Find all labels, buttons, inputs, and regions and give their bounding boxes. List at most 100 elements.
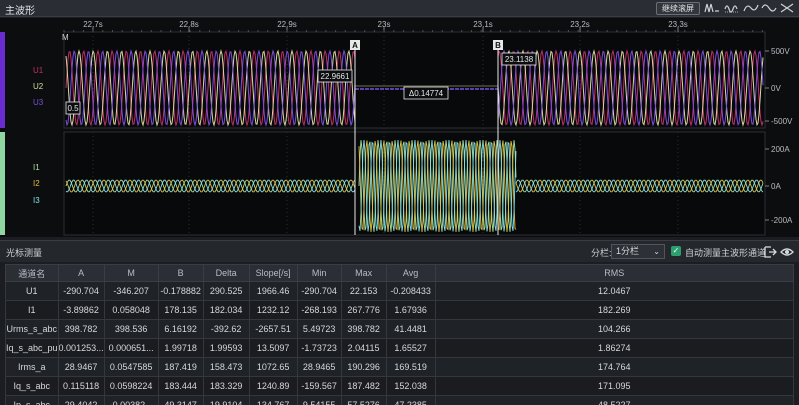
table-cell: 398.782	[340, 319, 387, 339]
table-cell: 171.095	[434, 376, 795, 396]
table-cell: 0.0598224	[103, 376, 159, 396]
export-icon[interactable]	[763, 245, 777, 259]
continue-scroll-button[interactable]: 继续滚屏	[656, 2, 700, 15]
split-label: 分栏:	[591, 248, 612, 258]
table-cell: 0.115118	[57, 376, 105, 396]
table-row[interactable]: Irms_a 28.9467 0.0547585 187.419 158.473 1072…	[5, 357, 795, 377]
time-tick-label: 22.8s	[179, 20, 199, 29]
title-bar: 主波形 继续滚屏	[0, 0, 799, 17]
waveform-display[interactable]: 22.7s 22.8s 22.9s 23s 23.1s 23.2s 23.3s M 500V 0V…	[0, 18, 799, 237]
upper-axis-label: -500V	[771, 117, 793, 126]
table-cell: 1.67936	[385, 300, 436, 320]
table-row[interactable]: I1 -3.89862 0.058048 178.135 182.034 1232.12-…	[5, 300, 795, 320]
cursor-measure-bar: 光标测量 分栏: 1分栏 ⌄ ✓ 自动测量主波形通道	[0, 240, 799, 262]
table-cell: 187.482	[340, 376, 387, 396]
measurement-table: 通道名 A M B Delta Slope[/s] Min Max Avg RMS U1 -290.…	[5, 264, 795, 405]
m-marker[interactable]: M	[62, 33, 69, 42]
lower-axis-label: 0A	[771, 182, 781, 191]
chevron-down-icon: ⌄	[653, 247, 660, 256]
table-cell: 1.86274	[434, 338, 795, 358]
table-cell: 398.782	[57, 319, 105, 339]
column-header[interactable]: Max	[340, 264, 387, 282]
table-cell: -290.704	[57, 281, 105, 301]
cursor-a-handle-label: A	[352, 41, 358, 50]
channel-label-u1[interactable]: U1	[33, 66, 44, 75]
table-cell: 267.776	[340, 300, 387, 320]
time-tick-label: 22.9s	[277, 20, 297, 29]
table-cell: 29.4042	[57, 395, 105, 405]
table-cell: -2657.51	[248, 319, 298, 339]
cursor-panel-title: 光标测量	[6, 248, 43, 258]
eye-icon[interactable]	[780, 245, 794, 259]
table-cell: 1.99593	[202, 338, 250, 358]
time-tick-label: 23s	[378, 20, 391, 29]
time-tick-label: 23.1s	[473, 20, 493, 29]
channel-label-i2[interactable]: I2	[33, 179, 40, 188]
table-cell: 28.9465	[296, 357, 342, 377]
table-row[interactable]: Iq_s_abc_pu 0.001253... 0.000651... 1.99718…	[5, 338, 795, 358]
waveform-canvas[interactable]: 22.7s 22.8s 22.9s 23s 23.1s 23.2s 23.3s M 500V 0V…	[0, 18, 799, 237]
column-header[interactable]: Min	[296, 264, 342, 282]
wave-icon-1[interactable]	[704, 2, 720, 14]
column-header[interactable]: A	[57, 264, 105, 282]
channel-name-cell: I1	[5, 300, 59, 320]
split-select-value: 1分栏	[616, 246, 640, 256]
table-cell: 182.269	[434, 300, 795, 320]
table-cell: 0.0547585	[103, 357, 159, 377]
table-cell: 398.536	[103, 319, 159, 339]
wave-icon-4[interactable]	[761, 2, 777, 14]
channel-label-u2[interactable]: U2	[33, 82, 44, 91]
table-cell: 41.4481	[385, 319, 436, 339]
table-cell: 12.0467	[434, 281, 795, 301]
column-header[interactable]: Slope[/s]	[248, 264, 298, 282]
channel-label-i3[interactable]: I3	[33, 196, 40, 205]
column-header[interactable]: Delta	[202, 264, 250, 282]
wave-icon-2[interactable]	[724, 2, 740, 14]
table-cell: 1240.89	[248, 376, 298, 396]
table-cell: 9.54155	[296, 395, 342, 405]
cursor-b-value: 23.1138	[505, 55, 534, 64]
cursor-a-value: 22.9661	[321, 72, 350, 81]
time-tick-label: 23.3s	[668, 20, 688, 29]
channel-label-u3[interactable]: U3	[33, 98, 44, 107]
table-row[interactable]: Urms_s_abc 398.782 398.536 6.16192 -392.62 -2…	[5, 319, 795, 339]
column-header[interactable]: M	[103, 264, 159, 282]
column-header[interactable]: RMS	[434, 264, 795, 282]
table-cell: 0.000651...	[103, 338, 159, 358]
table-cell: 183.444	[157, 376, 204, 396]
table-cell: -268.193	[296, 300, 342, 320]
auto-measure-label: 自动测量主波形通道	[685, 248, 767, 258]
upper-axis-label: 500V	[771, 47, 790, 56]
table-cell: 57.5276	[340, 395, 387, 405]
table-row[interactable]: Ip_s_abc 29.4042 -0.00382... 49.3147 19.9104…	[5, 395, 795, 405]
channel-name-cell: Urms_s_abc	[5, 319, 59, 339]
table-row[interactable]: Iq_s_abc 0.115118 0.0598224 183.444 183.329 1…	[5, 376, 795, 396]
scale-label: 0.5	[67, 104, 79, 113]
table-cell: 19.9104	[202, 395, 250, 405]
cursor-b-handle-label: B	[495, 41, 501, 50]
table-cell: 28.9467	[57, 357, 105, 377]
table-cell: 0.001253...	[57, 338, 105, 358]
split-select[interactable]: 1分栏 ⌄	[611, 244, 665, 259]
table-cell: -0.208433	[385, 281, 436, 301]
table-cell: 183.329	[202, 376, 250, 396]
table-cell: 182.034	[202, 300, 250, 320]
auto-measure-checkbox[interactable]: ✓	[671, 246, 681, 256]
table-cell: -0.00382...	[103, 395, 159, 405]
table-cell: 1232.12	[248, 300, 298, 320]
channel-label-i1[interactable]: I1	[33, 163, 40, 172]
table-cell: 104.266	[434, 319, 795, 339]
time-tick-label: 22.7s	[83, 20, 103, 29]
table-cell: 0.058048	[103, 300, 159, 320]
table-cell: 134.767	[248, 395, 298, 405]
table-cell: 152.038	[385, 376, 436, 396]
column-header[interactable]: B	[157, 264, 204, 282]
column-header[interactable]: Avg	[385, 264, 436, 282]
table-row[interactable]: U1 -290.704 -346.207 -0.178882 290.525 1966.4…	[5, 281, 795, 301]
table-cell: 48.5227	[434, 395, 795, 405]
window-title: 主波形	[5, 6, 35, 17]
column-header[interactable]: 通道名	[5, 264, 59, 282]
wave-icon-5[interactable]	[779, 2, 795, 14]
wave-icon-3[interactable]	[743, 2, 759, 14]
table-cell: 22.153	[340, 281, 387, 301]
